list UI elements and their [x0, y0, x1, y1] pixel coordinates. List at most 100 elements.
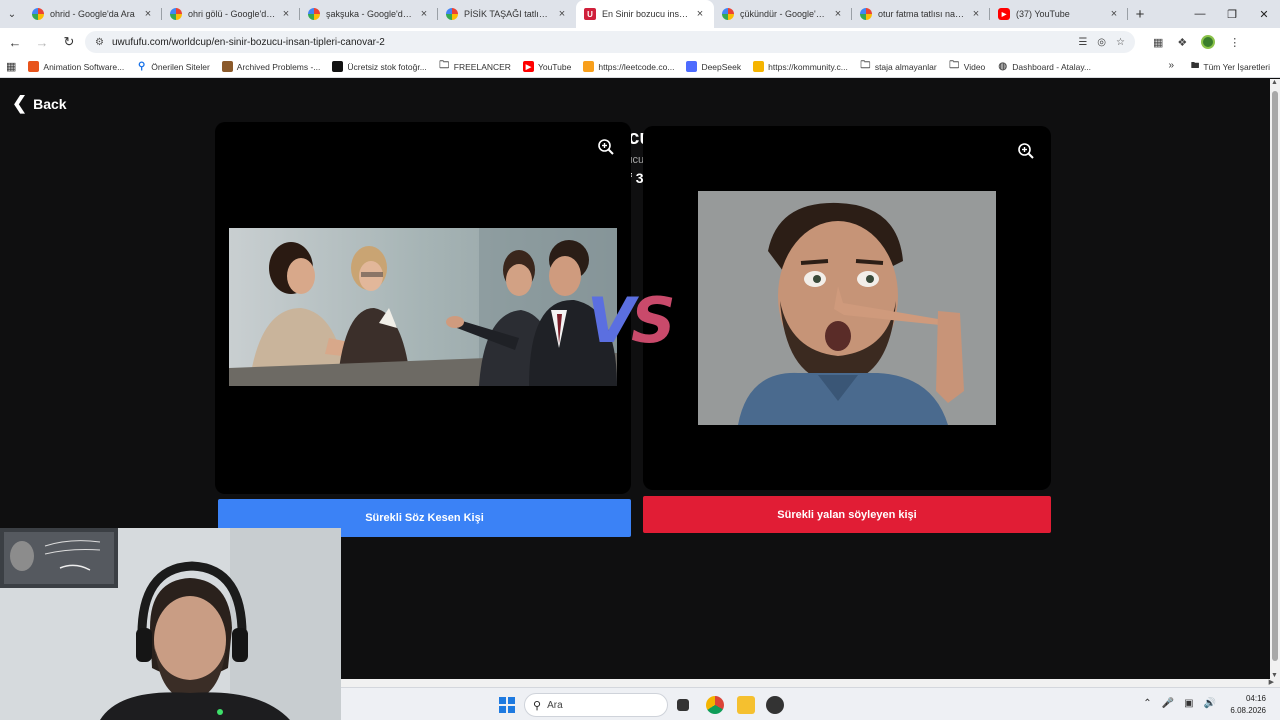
close-tab-icon[interactable]: ×: [694, 8, 706, 20]
bookmark-item[interactable]: ▶ YouTube: [522, 61, 572, 72]
site-info-icon[interactable]: ⚙: [95, 37, 104, 48]
window-controls: — ❐ ✕: [1184, 0, 1280, 28]
horizontal-scrollbar[interactable]: ▶: [340, 679, 1280, 687]
google-icon: [722, 8, 734, 20]
system-tray: ⌃ 🎤 ▣ 🔊: [1143, 698, 1216, 709]
all-bookmarks-button[interactable]: 🖿 Tüm Yer İşaretleri: [1191, 56, 1270, 78]
folder-icon: 🖿: [1190, 60, 1200, 70]
right-candidate-card[interactable]: [643, 126, 1051, 490]
profile-avatar-icon[interactable]: [1201, 35, 1216, 49]
search-icon: ⚲: [138, 61, 146, 72]
new-tab-button[interactable]: +: [1128, 6, 1152, 23]
all-bookmarks-label: Tüm Yer İşaretleri: [1203, 62, 1270, 72]
browser-tab[interactable]: ohri gölü - Google'da Ara ×: [162, 0, 300, 28]
forward-nav-button[interactable]: →: [30, 30, 54, 54]
google-icon: [170, 8, 182, 20]
extensions-icon[interactable]: ❖: [1177, 36, 1187, 49]
bookmark-label: YouTube: [537, 61, 572, 72]
unsplash-icon: [332, 61, 344, 72]
tab-title: şakşuka - Google'da Ara: [326, 9, 414, 19]
browser-tab[interactable]: PİSİK TAŞAĞI tatlısının ad ×: [438, 0, 576, 28]
more-bookmarks-icon[interactable]: »: [1168, 60, 1174, 71]
tab-title: ohri gölü - Google'da Ara: [188, 9, 276, 19]
tab-strip: ⌄ ohrid - Google'da Ara × ohri gölü - Goog…: [0, 0, 1280, 28]
menu-kebab-icon[interactable]: ⋮: [1229, 36, 1240, 49]
apps-grid-icon[interactable]: ▦: [6, 60, 16, 73]
tab-title: (37) YouTube: [1016, 9, 1070, 19]
back-button[interactable]: ❮ Back: [12, 93, 67, 114]
tracking-icon[interactable]: ◎: [1097, 37, 1106, 48]
chevron-left-icon: ❮: [12, 93, 28, 113]
close-tab-icon[interactable]: ×: [142, 8, 154, 20]
close-tab-icon[interactable]: ×: [832, 8, 844, 20]
left-candidate-card[interactable]: [215, 122, 631, 494]
zoom-in-icon[interactable]: [597, 138, 615, 156]
address-bar[interactable]: ⚙ uwufufu.com/worldcup/en-sinir-bozucu-i…: [85, 31, 1135, 53]
tab-title: otur fatma tatlısı nasıl yap: [878, 9, 966, 19]
close-tab-icon[interactable]: ×: [1108, 8, 1120, 20]
bookmark-item[interactable]: 🗀 Video: [949, 60, 985, 72]
bookmark-item[interactable]: Animation Software...: [28, 61, 124, 72]
tab-list: ohrid - Google'da Ara × ohri gölü - Google…: [24, 0, 1128, 28]
task-view-icon[interactable]: [677, 699, 689, 711]
display-icon[interactable]: ▣: [1184, 698, 1193, 709]
close-tab-icon[interactable]: ×: [970, 8, 982, 20]
close-window-button[interactable]: ✕: [1248, 0, 1280, 28]
bookmark-item[interactable]: ⚲ Önerilen Siteler: [136, 61, 210, 72]
bookmark-star-icon[interactable]: ☆: [1116, 37, 1125, 48]
translate-icon[interactable]: ☰: [1078, 37, 1087, 48]
bookmark-item[interactable]: 🗀 FREELANCER: [439, 60, 511, 72]
microphone-icon[interactable]: 🎤: [1162, 698, 1174, 709]
tab-search-button[interactable]: ⌄: [0, 0, 24, 28]
browser-tab[interactable]: otur fatma tatlısı nasıl yap ×: [852, 0, 990, 28]
bookmark-item[interactable]: Ücretsiz stok fotoğr...: [332, 61, 427, 72]
scroll-right-icon[interactable]: ▶: [1269, 678, 1274, 686]
zoom-in-icon[interactable]: [1017, 142, 1035, 160]
bookmark-item[interactable]: ◍ Dashboard - Atalay...: [997, 61, 1091, 72]
project-euler-icon: [221, 61, 233, 72]
reload-button[interactable]: ↻: [57, 30, 81, 54]
close-tab-icon[interactable]: ×: [280, 8, 292, 20]
taskbar-search[interactable]: ⚲ Ara: [524, 693, 668, 717]
close-tab-icon[interactable]: ×: [556, 8, 568, 20]
bookmark-item[interactable]: 🗀 staja almayanlar: [860, 60, 936, 72]
scroll-thumb[interactable]: [1272, 91, 1278, 661]
close-tab-icon[interactable]: ×: [418, 8, 430, 20]
system-clock[interactable]: 04:16 6.08.2026: [1230, 693, 1266, 717]
browser-tab[interactable]: U En Sinir bozucu insan tipl ×: [576, 0, 714, 28]
bookmark-label: FREELANCER: [453, 61, 511, 72]
back-nav-button[interactable]: ←: [3, 30, 27, 54]
vs-letter-s: S: [630, 284, 676, 357]
browser-tab[interactable]: ▶ (37) YouTube ×: [990, 0, 1128, 28]
clock-time: 04:16: [1245, 694, 1266, 703]
left-candidate-image[interactable]: [229, 228, 617, 386]
minimize-button[interactable]: —: [1184, 0, 1216, 28]
bookmark-item[interactable]: https://leetcode.co...: [583, 61, 674, 72]
windows-start-icon[interactable]: [499, 697, 515, 713]
bookmark-item[interactable]: Archived Problems -...: [221, 61, 320, 72]
google-icon: [446, 8, 458, 20]
obs-record-icon[interactable]: [766, 696, 784, 714]
file-explorer-icon[interactable]: [737, 696, 755, 714]
restore-button[interactable]: ❐: [1216, 0, 1248, 28]
extension-badge-icon[interactable]: ▦: [1153, 36, 1163, 49]
speaker-icon[interactable]: 🔊: [1204, 698, 1216, 709]
chrome-icon[interactable]: [706, 696, 724, 714]
right-choice-button[interactable]: Sürekli yalan söyleyen kişi: [643, 496, 1051, 533]
browser-tab[interactable]: çükündür - Google'da Ara ×: [714, 0, 852, 28]
scroll-up-icon[interactable]: ▲: [1271, 79, 1278, 86]
youtube-icon: ▶: [998, 8, 1010, 20]
uwufufu-icon: U: [584, 8, 596, 20]
bookmark-label: Dashboard - Atalay...: [1012, 61, 1092, 72]
bookmarks-bar: ▦ Animation Software... ⚲ Önerilen Siteler…: [0, 56, 1280, 78]
browser-tab[interactable]: şakşuka - Google'da Ara ×: [300, 0, 438, 28]
browser-tab[interactable]: ohrid - Google'da Ara ×: [24, 0, 162, 28]
chevron-up-icon[interactable]: ⌃: [1143, 698, 1151, 709]
bookmark-item[interactable]: https://kommunity.c...: [753, 61, 848, 72]
taskbar-search-placeholder: Ara: [547, 699, 563, 711]
tab-title: ohrid - Google'da Ara: [50, 9, 135, 19]
globe-icon: ◍: [998, 61, 1008, 72]
right-candidate-image[interactable]: [698, 191, 996, 425]
bookmark-item[interactable]: DeepSeek: [686, 61, 741, 72]
vertical-scrollbar[interactable]: ▲ ▼: [1270, 79, 1280, 679]
